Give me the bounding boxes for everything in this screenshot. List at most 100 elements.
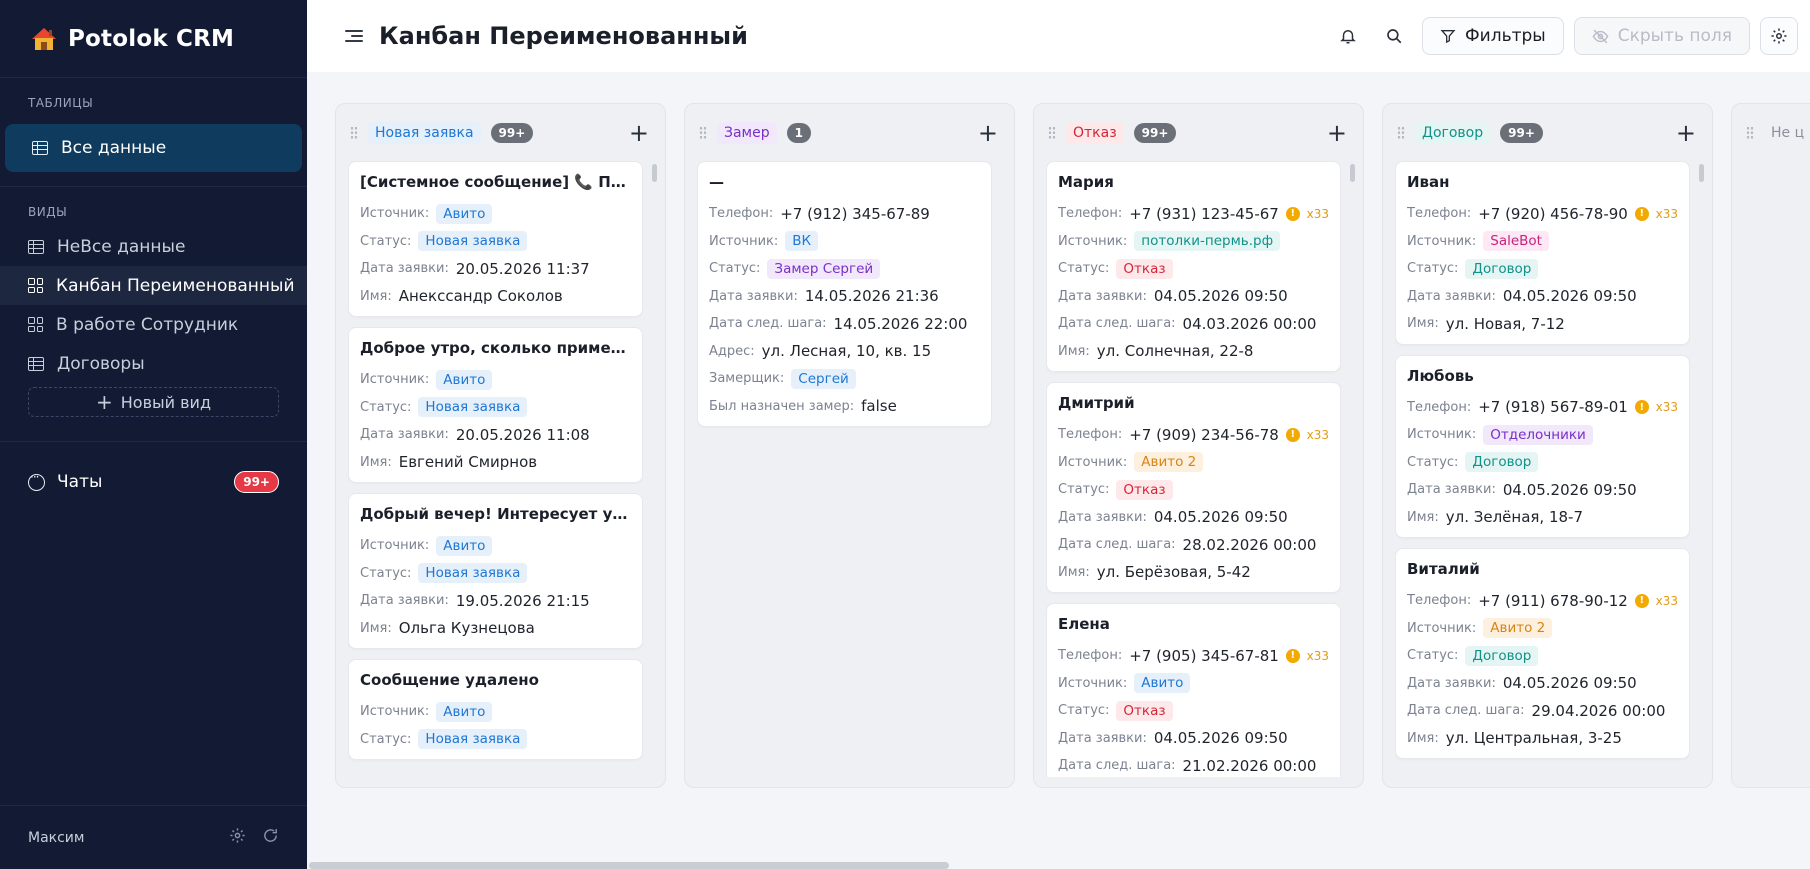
drag-handle-icon[interactable] — [1048, 125, 1056, 140]
bell-icon[interactable] — [1330, 18, 1366, 54]
field-label: Источник: — [1058, 454, 1128, 470]
sidebar-item-contracts[interactable]: Договоры — [0, 344, 307, 383]
card-field: Дата заявки: 14.05.2026 21:36 — [709, 283, 980, 311]
card-title: Любовь — [1407, 366, 1474, 385]
drag-handle-icon[interactable] — [350, 125, 358, 140]
card-title: Добрый вечер! Интересует установка — [360, 505, 631, 523]
sidebar-item-in-work[interactable]: В работе Сотрудник — [0, 305, 307, 344]
card-title: — — [709, 173, 724, 191]
card-field: Статус: Замер Сергей — [709, 255, 980, 283]
kanban-card[interactable]: Елена Телефон: +7 (905) 345-67-81! x33 Источ… — [1046, 603, 1341, 777]
kanban-card[interactable]: Виталий Телефон: +7 (911) 678-90-12! x33 Ист… — [1395, 548, 1690, 759]
field-tag: Договор — [1465, 452, 1539, 473]
eye-off-icon — [1592, 29, 1609, 43]
column-title: Замер — [717, 121, 777, 144]
kanban-icon — [28, 317, 43, 332]
footer-icons — [229, 827, 279, 848]
card-title: [Системное сообщение] 📞 Пользователь — [360, 173, 631, 191]
column-body[interactable]: Мария Телефон: +7 (931) 123-45-67! x33 Источ… — [1046, 161, 1341, 777]
horizontal-scrollbar[interactable] — [307, 861, 1810, 869]
kanban-card[interactable]: Сообщение удалено Источник: Авито Статус: Но… — [348, 659, 643, 760]
field-label: Дата заявки: — [1407, 288, 1496, 304]
field-tag: потолки-пермь.рф — [1134, 231, 1281, 252]
drag-handle-icon[interactable] — [1397, 125, 1405, 140]
column-body[interactable]: [Системное сообщение] 📞 Пользователь Исто… — [348, 161, 643, 777]
column-scrollbar[interactable] — [652, 164, 657, 182]
column-body[interactable] — [1744, 161, 1810, 777]
gear-icon[interactable] — [229, 827, 246, 848]
filters-label: Фильтры — [1465, 26, 1546, 46]
views-section-title: ВИДЫ — [28, 205, 68, 219]
field-value: 20.05.2026 11:08 — [455, 425, 590, 444]
kanban-card[interactable]: Любовь Телефон: +7 (918) 567-89-01! x33 Исто… — [1395, 354, 1690, 538]
add-card-icon[interactable]: + — [1327, 121, 1347, 145]
drag-handle-icon[interactable] — [1746, 125, 1754, 140]
menu-toggle-icon[interactable] — [345, 29, 363, 43]
column-count-badge: 99+ — [1133, 122, 1177, 143]
card-field: Телефон: +7 (911) 678-90-12! x33 — [1407, 587, 1678, 615]
sidebar-item-nevse[interactable]: НеВсе данные — [0, 227, 307, 266]
sidebar-item-all-data[interactable]: Все данные — [5, 124, 302, 172]
divider — [0, 441, 307, 442]
card-field: Дата заявки: 04.05.2026 09:50 — [1407, 476, 1678, 504]
column-scrollbar[interactable] — [1350, 164, 1355, 182]
field-label: Статус: — [360, 565, 412, 581]
card-field: Дата след. шага: 21.02.2026 00:00 — [1058, 752, 1329, 777]
field-value: Евгений Смирнов — [398, 453, 538, 472]
card-field: Источник: Авито 2 — [1407, 615, 1678, 643]
refresh-icon[interactable] — [262, 827, 279, 848]
card-field: Статус: Договор — [1407, 449, 1678, 477]
add-card-icon[interactable]: + — [978, 121, 998, 145]
kanban-card[interactable]: Дмитрий Телефон: +7 (909) 234-56-78! x33 Ист… — [1046, 382, 1341, 593]
hide-fields-button[interactable]: Скрыть поля — [1573, 17, 1750, 55]
field-value: ул. Центральная, 3-25 — [1445, 729, 1622, 748]
add-card-icon[interactable]: + — [629, 121, 649, 145]
filters-button[interactable]: Фильтры — [1422, 17, 1564, 55]
field-label: Дата след. шага: — [1058, 537, 1176, 553]
chats-link[interactable]: Чаты 99+ — [0, 460, 307, 504]
card-field: Статус: Отказ — [1058, 255, 1329, 283]
field-tag: Авито — [436, 535, 493, 556]
field-value: 20.05.2026 11:37 — [455, 259, 590, 278]
brand[interactable]: Potolok CRM — [0, 0, 307, 78]
card-field: Дата след. шага: 04.03.2026 00:00 — [1058, 310, 1329, 338]
kanban-column: Отказ 99+ + Мария Телефон: +7 (931) 123-45-67… — [1033, 103, 1364, 788]
drag-handle-icon[interactable] — [699, 125, 707, 140]
column-title: Договор — [1415, 121, 1491, 144]
field-value: ул. Солнечная, 22-8 — [1096, 342, 1254, 361]
kanban-icon — [28, 278, 43, 293]
kanban-card[interactable]: Мария Телефон: +7 (931) 123-45-67! x33 Источ… — [1046, 161, 1341, 372]
sidebar: Potolok CRM ТАБЛИЦЫ Все данные ВИДЫ НеВс… — [0, 0, 307, 869]
column-scrollbar[interactable] — [1699, 164, 1704, 182]
kanban-card[interactable]: — Телефон: +7 (912) 345-67-89 Источник: ВК Ст… — [697, 161, 992, 427]
new-view-button[interactable]: + Новый вид — [28, 387, 279, 417]
kanban-card[interactable]: Доброе утро, сколько примерно будет Источ… — [348, 327, 643, 483]
kanban-column: Замер 1 + — Телефон: +7 (912) 345-67-89 Источн… — [684, 103, 1015, 788]
settings-button[interactable] — [1760, 17, 1798, 55]
field-label: Имя: — [1058, 564, 1090, 580]
kanban-card[interactable]: Иван Телефон: +7 (920) 456-78-90! x33 Источн… — [1395, 161, 1690, 345]
column-title: Новая заявка — [368, 121, 481, 144]
search-icon[interactable] — [1376, 18, 1412, 54]
card-field: Источник: Авито — [360, 698, 631, 726]
field-label: Источник: — [1407, 620, 1477, 636]
card-field: Источник: Авито — [360, 366, 631, 394]
field-tag: Отказ — [1116, 479, 1173, 500]
header-actions: Фильтры Скрыть поля — [1330, 17, 1810, 55]
card-field: Телефон: +7 (909) 234-56-78! x33 — [1058, 421, 1329, 449]
field-value: +7 (912) 345-67-89 — [780, 204, 930, 223]
sidebar-item-kanban[interactable]: Канбан Переименованный — [0, 266, 307, 305]
user-name: Максим — [28, 829, 85, 846]
field-label: Дата заявки: — [360, 593, 449, 609]
card-field: Телефон: +7 (931) 123-45-67! x33 — [1058, 200, 1329, 228]
column-body[interactable]: Иван Телефон: +7 (920) 456-78-90! x33 Источн… — [1395, 161, 1690, 777]
card-field: Статус: Новая заявка — [360, 726, 631, 754]
card-field: Дата след. шага: 28.02.2026 00:00 — [1058, 531, 1329, 559]
column-body[interactable]: — Телефон: +7 (912) 345-67-89 Источник: ВК Ст… — [697, 161, 992, 777]
add-card-icon[interactable]: + — [1676, 121, 1696, 145]
kanban-card[interactable]: Добрый вечер! Интересует установка Источн… — [348, 493, 643, 649]
card-field: Статус: Договор — [1407, 642, 1678, 670]
kanban-card[interactable]: [Системное сообщение] 📞 Пользователь Исто… — [348, 161, 643, 317]
card-field: Статус: Новая заявка — [360, 228, 631, 256]
duplicate-count: x33 — [1655, 400, 1678, 415]
